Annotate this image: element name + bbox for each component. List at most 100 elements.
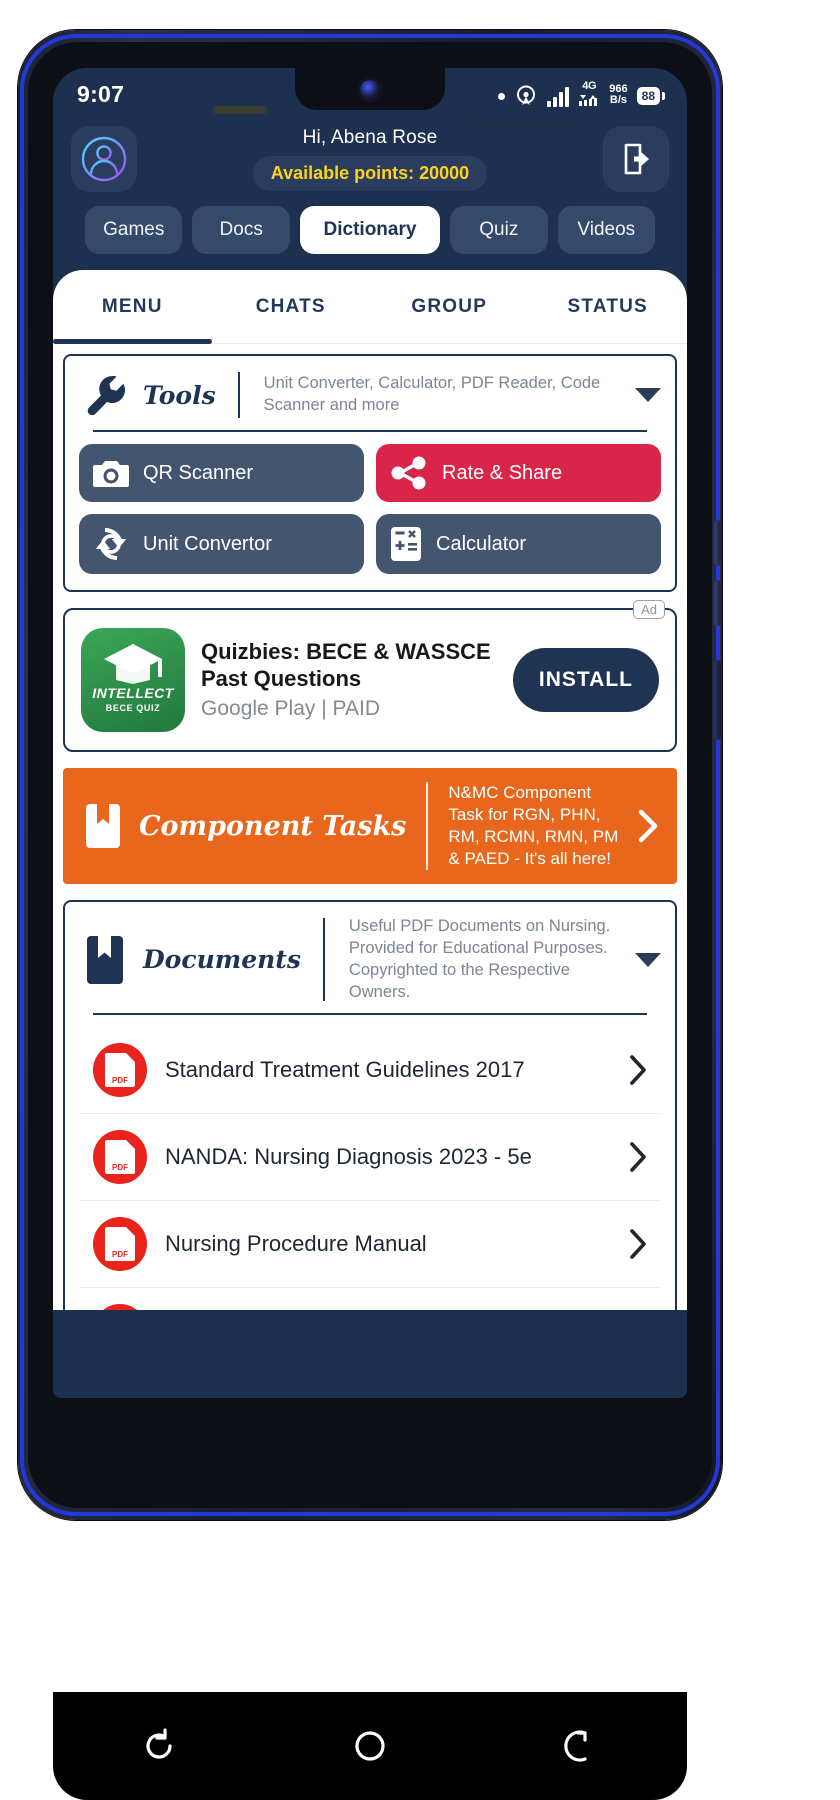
segment-tabs: MENU CHATS GROUP STATUS	[53, 270, 687, 344]
chip-quiz[interactable]: Quiz	[450, 206, 548, 254]
earpiece-speaker	[213, 106, 267, 114]
qr-scanner-button[interactable]: QR Scanner	[79, 444, 364, 502]
tools-card-header[interactable]: Tools Unit Converter, Calculator, PDF Re…	[65, 356, 675, 430]
divider	[93, 430, 647, 432]
bookmark-icon	[79, 934, 131, 986]
content-sheet: MENU CHATS GROUP STATUS Tools Unit Conve…	[53, 270, 687, 1310]
chevron-down-icon[interactable]	[635, 388, 661, 402]
convert-icon	[95, 528, 127, 560]
battery-level: 88	[636, 87, 660, 105]
list-item[interactable]: Standard Treatment Guidelines 2017	[79, 1027, 661, 1115]
rate-share-label: Rate & Share	[442, 461, 563, 484]
wrench-icon	[79, 370, 131, 420]
pdf-icon	[93, 1130, 147, 1185]
scroll-area[interactable]: Tools Unit Converter, Calculator, PDF Re…	[53, 344, 687, 1310]
documents-card-title: Documents	[143, 945, 301, 975]
ad-app-icon: INTELLECT BECE QUIZ	[81, 628, 185, 732]
install-button[interactable]: INSTALL	[512, 648, 659, 712]
document-name: NANDA: Nursing Diagnosis 2023 - 5e	[165, 1144, 532, 1170]
dot-indicator-icon	[498, 93, 506, 100]
chevron-down-icon[interactable]	[635, 952, 661, 967]
rate-share-button[interactable]: Rate & Share	[376, 444, 661, 502]
volume-down-button[interactable]	[714, 580, 721, 626]
network-4g-icon: 4G	[578, 81, 600, 107]
greeting-block: Hi, Abena Rose Available points: 20000	[137, 127, 603, 191]
calculator-button[interactable]: Calculator	[376, 514, 661, 574]
home-button[interactable]	[347, 1723, 393, 1769]
pdf-icon	[93, 1043, 147, 1098]
documents-card-subtitle: Useful PDF Documents on Nursing. Provide…	[348, 917, 611, 1001]
data-speed-icon: 966 B/s	[609, 83, 628, 107]
ad-badge: Ad	[633, 600, 665, 619]
tab-status[interactable]: STATUS	[529, 270, 688, 343]
unit-convertor-button[interactable]: Unit Convertor	[79, 514, 364, 574]
back-button[interactable]	[136, 1723, 182, 1769]
home-icon	[355, 1731, 385, 1761]
documents-card: Documents Useful PDF Documents on Nursin…	[63, 900, 677, 1310]
category-chips: Games Docs Dictionary Quiz Videos	[71, 192, 669, 270]
document-name: Standard Treatment Guidelines 2017	[165, 1057, 525, 1083]
location-icon	[517, 85, 536, 105]
tools-grid: QR Scanner Rate & Share Unit Convertor C…	[65, 444, 675, 590]
banner-subtitle: N&MC Component Task for RGN, PHN, RM, RC…	[448, 783, 619, 869]
tab-menu[interactable]: MENU	[53, 270, 212, 344]
app-header: Hi, Abena Rose Available points: 20000 G…	[53, 120, 687, 270]
ad-icon-sub: BECE QUIZ	[105, 702, 161, 713]
logout-icon	[624, 143, 649, 175]
data-speed-unit: B/s	[609, 94, 628, 107]
chevron-right-icon[interactable]	[625, 1140, 651, 1174]
back-icon	[146, 1728, 172, 1759]
front-camera	[360, 80, 380, 100]
chip-dictionary[interactable]: Dictionary	[299, 206, 441, 254]
list-item[interactable]: Nursing Procedure Manual	[79, 1201, 661, 1289]
recents-icon	[564, 1730, 587, 1762]
battery-tip	[662, 92, 665, 100]
documents-card-header[interactable]: Documents Useful PDF Documents on Nursin…	[65, 902, 675, 1013]
battery-icon: 88	[636, 87, 665, 105]
chevron-right-icon[interactable]	[625, 1227, 651, 1261]
phone-screen: 9:07 4G 966 B/s 88 Hi, Abena Rose Availa…	[53, 68, 687, 1398]
greeting-text: Hi, Abena Rose	[302, 127, 438, 148]
chevron-right-icon[interactable]	[633, 806, 663, 846]
power-button[interactable]	[714, 660, 721, 740]
calculator-label: Calculator	[436, 532, 527, 555]
avatar[interactable]	[71, 126, 137, 192]
qr-scanner-label: QR Scanner	[143, 461, 254, 484]
component-tasks-banner[interactable]: Component Tasks N&MC Component Task for …	[63, 768, 677, 885]
ad-card[interactable]: Ad INTELLECT BECE QUIZ Quizbies: BECE & …	[63, 600, 677, 752]
unit-convertor-label: Unit Convertor	[143, 532, 272, 555]
status-icons: 4G 966 B/s 88	[498, 81, 665, 107]
list-item[interactable]: Ghana Labour Act, 2003	[79, 1288, 661, 1310]
camera-icon	[93, 461, 129, 487]
network-type-label: 4G	[582, 80, 597, 92]
tab-group[interactable]: GROUP	[370, 270, 529, 343]
points-badge: Available points: 20000	[252, 156, 488, 191]
tab-chats[interactable]: CHATS	[212, 270, 371, 343]
android-nav-bar	[53, 1692, 687, 1800]
divider	[426, 782, 429, 871]
tools-card-subtitle: Unit Converter, Calculator, PDF Reader, …	[263, 374, 601, 414]
ad-title: Quizbies: BECE & WASSCE Past Questions	[201, 638, 491, 691]
volume-up-button[interactable]	[714, 520, 721, 566]
graduation-cap-icon	[104, 643, 162, 684]
share-icon	[391, 456, 426, 490]
chip-docs[interactable]: Docs	[192, 206, 290, 254]
list-item[interactable]: NANDA: Nursing Diagnosis 2023 - 5e	[79, 1114, 661, 1202]
divider	[237, 372, 240, 418]
speaker-grille	[473, 122, 573, 127]
user-avatar-icon	[81, 136, 127, 182]
document-name: Nursing Procedure Manual	[165, 1231, 427, 1257]
ad-text-block: Quizbies: BECE & WASSCE Past Questions G…	[201, 639, 497, 722]
banner-title: Component Tasks	[139, 810, 407, 842]
recents-button[interactable]	[558, 1723, 604, 1769]
tools-card-title: Tools	[143, 380, 216, 410]
tools-card: Tools Unit Converter, Calculator, PDF Re…	[63, 354, 677, 592]
chip-games[interactable]: Games	[85, 206, 183, 254]
chip-videos[interactable]: Videos	[557, 206, 655, 254]
documents-list: Standard Treatment Guidelines 2017 NANDA…	[65, 1027, 675, 1310]
divider	[93, 1013, 647, 1016]
header-row: Hi, Abena Rose Available points: 20000	[71, 126, 669, 192]
logout-button[interactable]	[603, 126, 669, 192]
chevron-right-icon[interactable]	[625, 1053, 651, 1087]
status-time: 9:07	[77, 80, 125, 107]
